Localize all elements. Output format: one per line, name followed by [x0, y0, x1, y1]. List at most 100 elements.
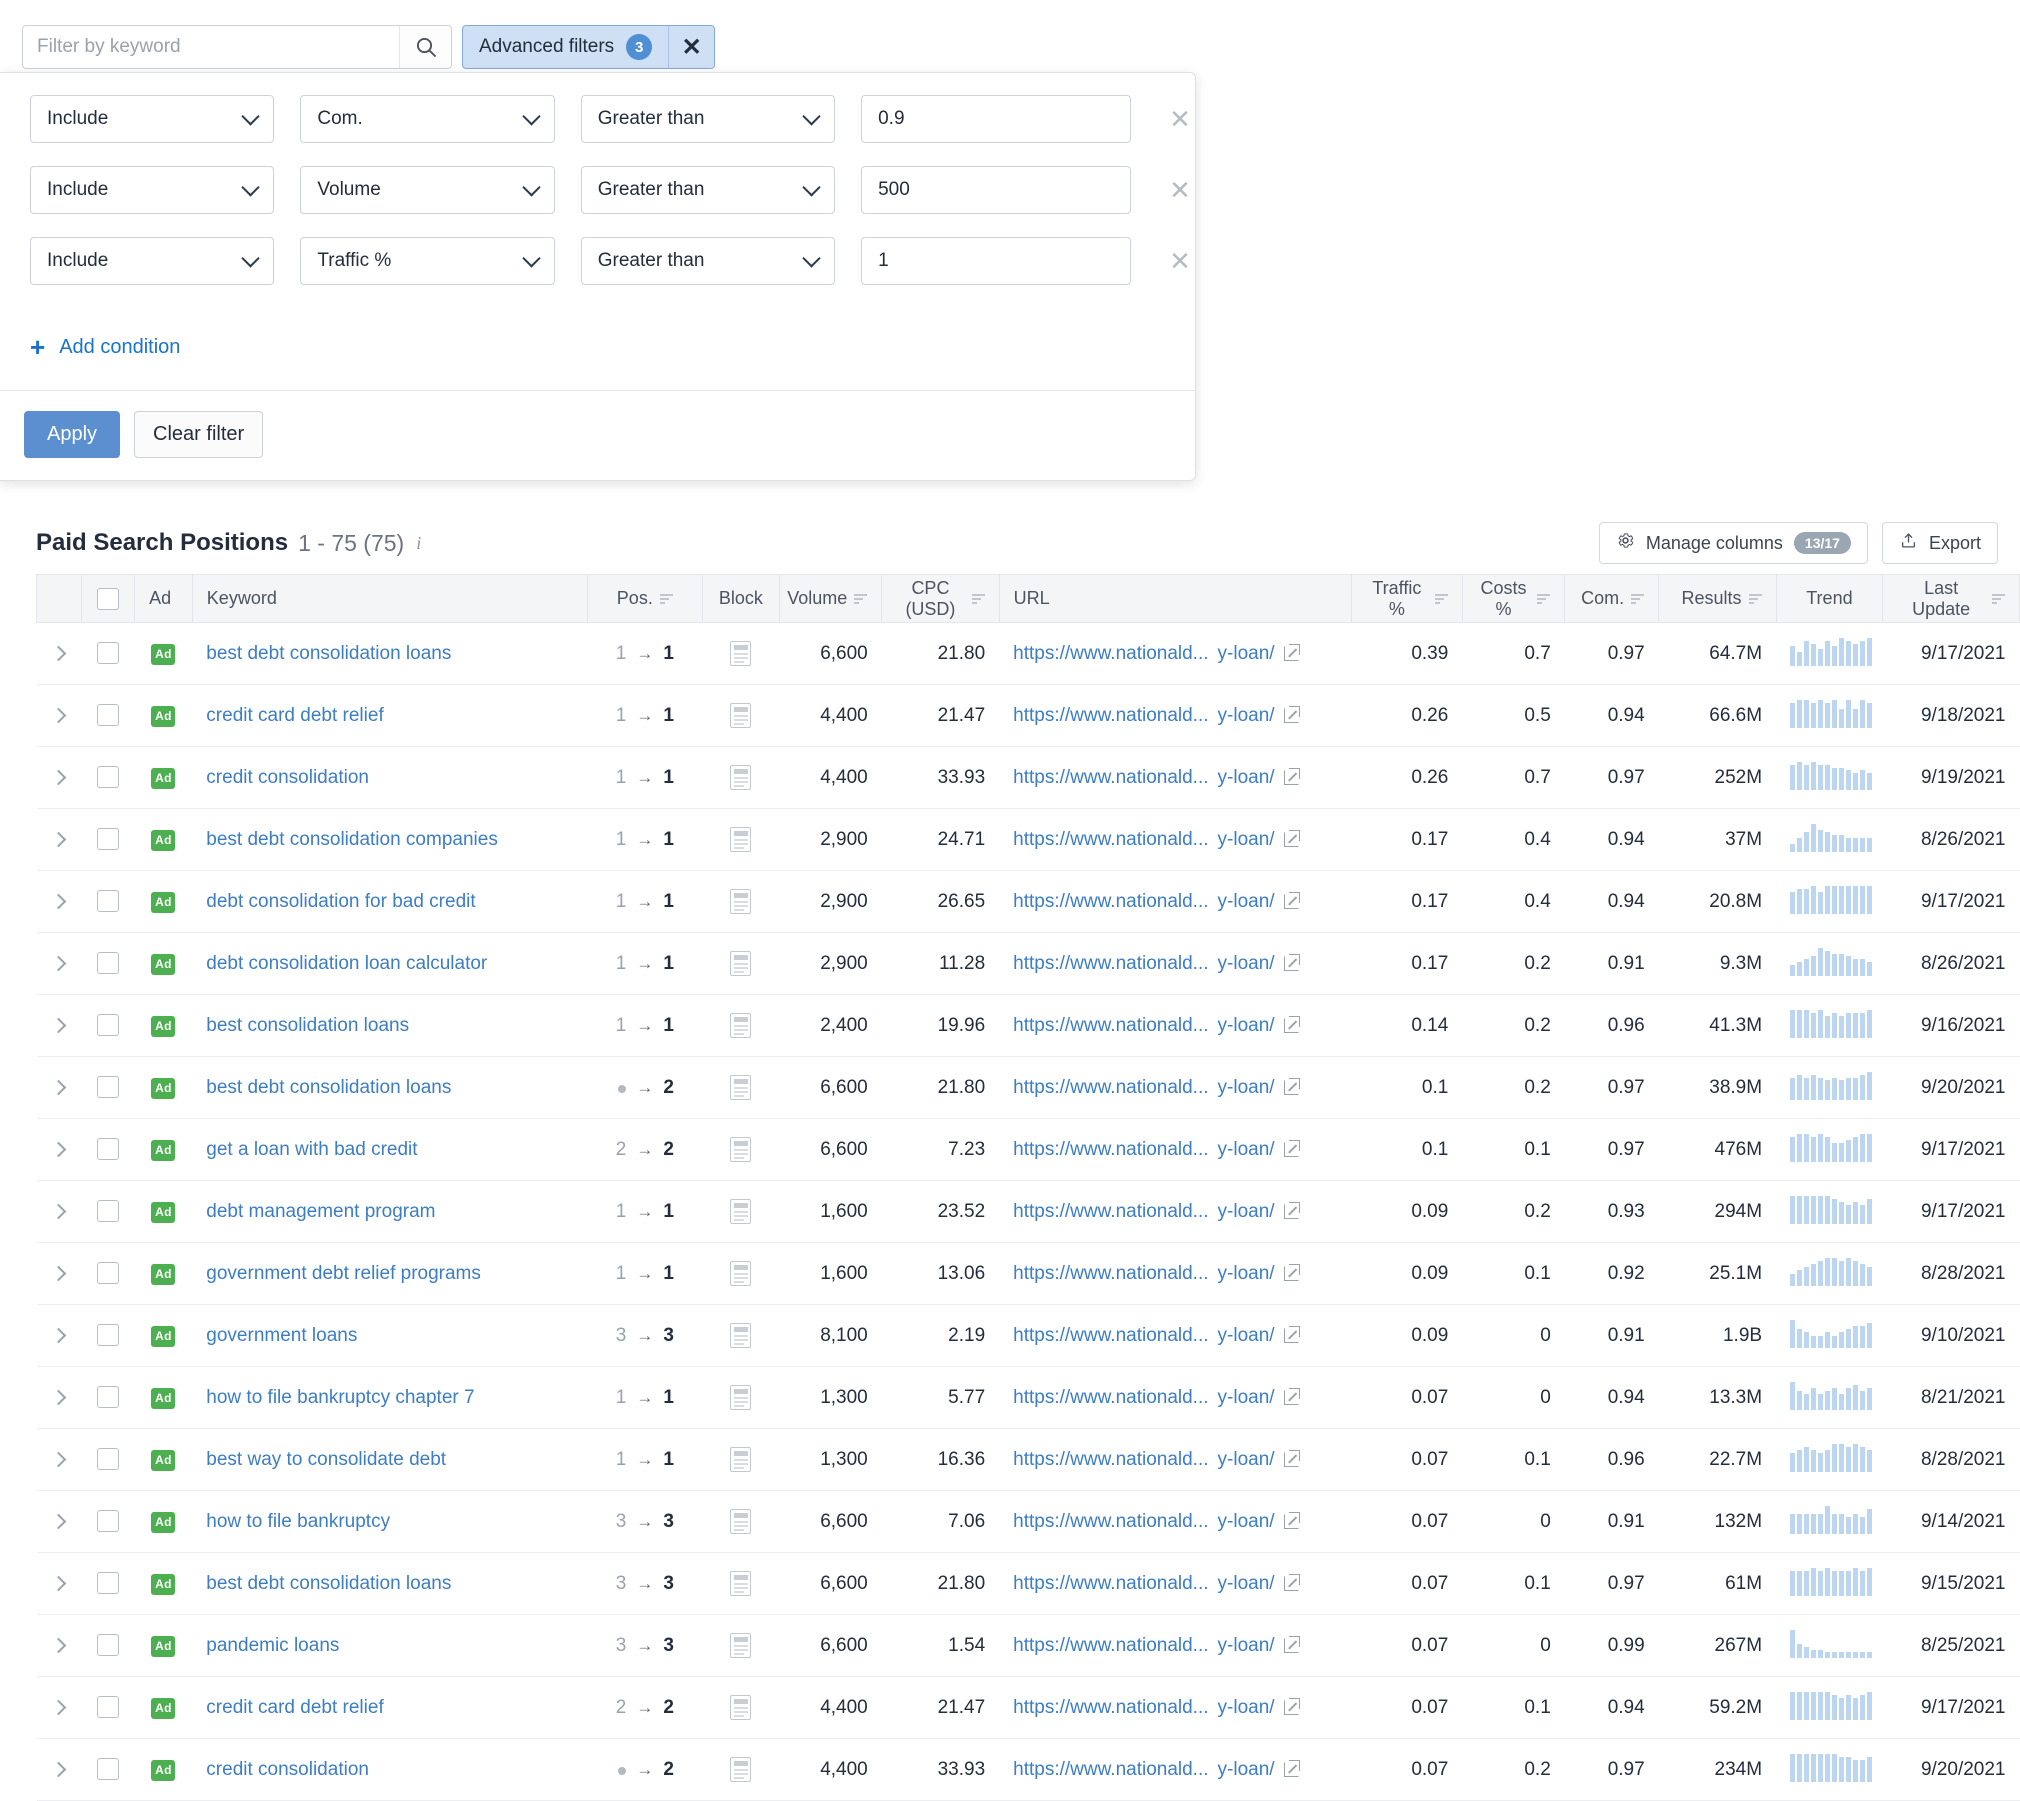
block-cell[interactable] — [702, 932, 780, 995]
keyword-link[interactable]: best consolidation loans — [206, 1015, 409, 1036]
keyword-link[interactable]: credit consolidation — [206, 767, 369, 788]
external-link-icon[interactable] — [1283, 1326, 1300, 1343]
chevron-right-icon[interactable] — [51, 1699, 67, 1715]
chevron-right-icon[interactable] — [51, 1079, 67, 1095]
external-link-icon[interactable] — [1283, 1698, 1300, 1715]
keyword-link[interactable]: best debt consolidation loans — [206, 1573, 451, 1594]
expand-row-cell[interactable] — [36, 622, 82, 685]
sort-icon[interactable] — [971, 593, 985, 605]
condition-field-select[interactable]: Volume — [300, 166, 555, 214]
add-condition-button[interactable]: + Add condition — [0, 316, 1195, 390]
block-cell[interactable] — [702, 622, 780, 685]
manage-columns-button[interactable]: Manage columns 13/17 — [1598, 522, 1868, 564]
url-suffix-link[interactable]: y-loan/ — [1218, 1263, 1275, 1285]
url-suffix-link[interactable]: y-loan/ — [1218, 891, 1275, 913]
external-link-icon[interactable] — [1283, 706, 1300, 723]
keyword-link[interactable]: pandemic loans — [206, 1635, 339, 1656]
block-cell[interactable] — [702, 1180, 780, 1243]
info-icon[interactable]: i — [416, 533, 421, 554]
sort-icon[interactable] — [1992, 593, 2005, 605]
col-results[interactable]: Results — [1658, 574, 1777, 623]
external-link-icon[interactable] — [1283, 830, 1300, 847]
url-suffix-link[interactable]: y-loan/ — [1218, 1635, 1275, 1657]
remove-condition-icon[interactable]: ✕ — [1165, 246, 1195, 276]
keyword-link[interactable]: government debt relief programs — [206, 1263, 481, 1284]
row-select-cell[interactable] — [81, 1366, 135, 1429]
keyword-link[interactable]: debt management program — [206, 1201, 435, 1222]
expand-row-cell[interactable] — [36, 1366, 82, 1429]
condition-value-input[interactable] — [861, 166, 1132, 214]
block-cell[interactable] — [702, 1552, 780, 1615]
block-cell[interactable] — [702, 1490, 780, 1553]
clear-filter-button[interactable]: Clear filter — [134, 411, 264, 458]
keyword-link[interactable]: debt consolidation loan calculator — [206, 953, 487, 974]
external-link-icon[interactable] — [1283, 1202, 1300, 1219]
row-checkbox[interactable] — [96, 1572, 119, 1595]
row-checkbox[interactable] — [96, 1262, 119, 1285]
chevron-right-icon[interactable] — [51, 893, 67, 909]
keyword-link[interactable]: best debt consolidation companies — [206, 829, 498, 850]
keyword-link[interactable]: best debt consolidation loans — [206, 1077, 451, 1098]
block-cell[interactable] — [702, 746, 780, 809]
ad-copy-icon[interactable] — [730, 889, 752, 914]
chevron-right-icon[interactable] — [51, 645, 67, 661]
chevron-right-icon[interactable] — [51, 1203, 67, 1219]
url-suffix-link[interactable]: y-loan/ — [1218, 829, 1275, 851]
url-link[interactable]: https://www.nationald... — [1013, 1201, 1208, 1223]
chevron-right-icon[interactable] — [51, 1513, 67, 1529]
external-link-icon[interactable] — [1283, 1760, 1300, 1777]
keyword-link[interactable]: how to file bankruptcy — [206, 1511, 390, 1532]
condition-field-select[interactable]: Traffic % — [300, 237, 555, 285]
row-select-cell[interactable] — [81, 1738, 135, 1801]
external-link-icon[interactable] — [1283, 1574, 1300, 1591]
ad-copy-icon[interactable] — [730, 1757, 752, 1782]
row-checkbox[interactable] — [96, 1696, 119, 1719]
sort-icon[interactable] — [1434, 593, 1448, 605]
condition-operator-select[interactable]: Include — [30, 237, 275, 285]
url-suffix-link[interactable]: y-loan/ — [1218, 1139, 1275, 1161]
url-link[interactable]: https://www.nationald... — [1013, 1015, 1208, 1037]
url-link[interactable]: https://www.nationald... — [1013, 643, 1208, 665]
row-checkbox[interactable] — [96, 952, 119, 975]
apply-button[interactable]: Apply — [24, 411, 121, 458]
expand-row-cell[interactable] — [36, 746, 82, 809]
ad-copy-icon[interactable] — [730, 641, 752, 666]
expand-row-cell[interactable] — [36, 994, 82, 1057]
url-suffix-link[interactable]: y-loan/ — [1218, 1015, 1275, 1037]
url-link[interactable]: https://www.nationald... — [1013, 1635, 1208, 1657]
condition-value-input[interactable] — [861, 237, 1132, 285]
url-suffix-link[interactable]: y-loan/ — [1218, 767, 1275, 789]
expand-row-cell[interactable] — [36, 808, 82, 871]
row-checkbox[interactable] — [96, 1138, 119, 1161]
row-checkbox[interactable] — [96, 704, 119, 727]
url-link[interactable]: https://www.nationald... — [1013, 1759, 1208, 1781]
row-checkbox[interactable] — [96, 828, 119, 851]
external-link-icon[interactable] — [1283, 954, 1300, 971]
expand-row-cell[interactable] — [36, 1056, 82, 1119]
chevron-right-icon[interactable] — [51, 1265, 67, 1281]
expand-row-cell[interactable] — [36, 1242, 82, 1305]
url-suffix-link[interactable]: y-loan/ — [1218, 1325, 1275, 1347]
url-link[interactable]: https://www.nationald... — [1013, 1077, 1208, 1099]
col-com[interactable]: Com. — [1564, 574, 1660, 623]
export-button[interactable]: Export — [1881, 522, 1998, 564]
url-link[interactable]: https://www.nationald... — [1013, 1387, 1208, 1409]
sort-icon[interactable] — [659, 593, 673, 605]
url-suffix-link[interactable]: y-loan/ — [1218, 953, 1275, 975]
chevron-right-icon[interactable] — [51, 831, 67, 847]
chevron-right-icon[interactable] — [51, 1141, 67, 1157]
ad-copy-icon[interactable] — [730, 1571, 752, 1596]
row-checkbox[interactable] — [96, 766, 119, 789]
external-link-icon[interactable] — [1283, 1512, 1300, 1529]
chevron-right-icon[interactable] — [51, 769, 67, 785]
url-link[interactable]: https://www.nationald... — [1013, 1139, 1208, 1161]
ad-copy-icon[interactable] — [730, 1323, 752, 1348]
search-input[interactable] — [23, 26, 399, 68]
expand-row-cell[interactable] — [36, 870, 82, 933]
external-link-icon[interactable] — [1283, 1450, 1300, 1467]
row-checkbox[interactable] — [96, 1510, 119, 1533]
ad-copy-icon[interactable] — [730, 1509, 752, 1534]
url-link[interactable]: https://www.nationald... — [1013, 1263, 1208, 1285]
expand-row-cell[interactable] — [36, 1614, 82, 1677]
ad-copy-icon[interactable] — [730, 1013, 752, 1038]
